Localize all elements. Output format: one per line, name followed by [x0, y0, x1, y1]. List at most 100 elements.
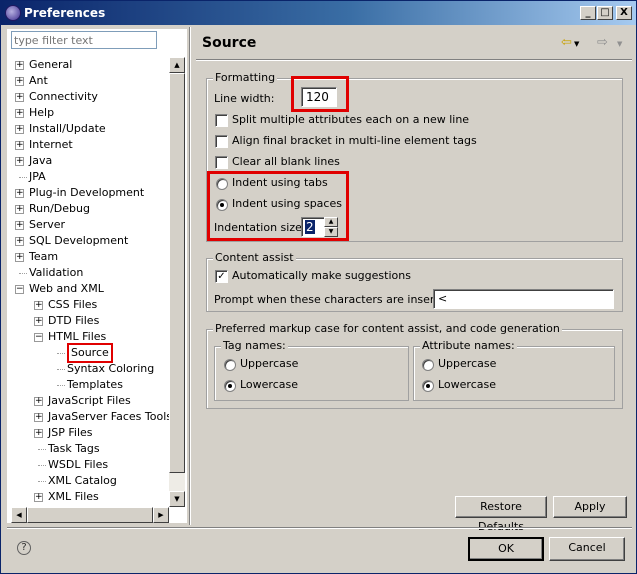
tag-lowercase-label: Lowercase	[240, 378, 298, 391]
tree-vertical-scrollbar[interactable]: ▲ ▼	[169, 57, 185, 507]
tag-lowercase-radio[interactable]	[224, 380, 236, 392]
hscroll-thumb[interactable]	[27, 507, 153, 523]
page-title: Source	[202, 35, 257, 51]
filter-input[interactable]	[11, 31, 157, 49]
back-arrow-icon[interactable]: ⇦	[561, 35, 572, 50]
tree-item-ant[interactable]: + Ant	[11, 73, 169, 89]
clear-blank-checkbox[interactable]	[215, 156, 228, 169]
formatting-label: Formatting	[213, 71, 278, 84]
tree-item-label: DTD Files	[48, 314, 100, 327]
pane-divider[interactable]	[189, 27, 191, 525]
expand-icon[interactable]: +	[15, 221, 24, 230]
expand-icon[interactable]: +	[34, 429, 43, 438]
tree-item-label: Validation	[29, 266, 84, 279]
tree-item-jsp-files[interactable]: + JSP Files	[11, 425, 169, 441]
scroll-down-icon[interactable]: ▼	[169, 491, 185, 507]
expand-icon[interactable]: +	[15, 205, 24, 214]
ok-button[interactable]: OK	[468, 537, 544, 561]
tree-item-xml-files[interactable]: + XML Files	[11, 489, 169, 505]
scroll-right-icon[interactable]: ▶	[153, 507, 169, 523]
tree-item-templates[interactable]: Templates	[11, 377, 169, 393]
tree-item-syntax-coloring[interactable]: Syntax Coloring	[11, 361, 169, 377]
tree-item-label: XML Catalog	[48, 474, 117, 487]
tree-item-label: Connectivity	[29, 90, 98, 103]
tree-item-label: Run/Debug	[29, 202, 90, 215]
expand-icon[interactable]: +	[15, 189, 24, 198]
align-bracket-checkbox[interactable]	[215, 135, 228, 148]
close-button[interactable]: X	[616, 6, 632, 20]
tag-uppercase-radio[interactable]	[224, 359, 236, 371]
tree-item-css-files[interactable]: + CSS Files	[11, 297, 169, 313]
tree-item-validation[interactable]: Validation	[11, 265, 169, 281]
tree-item-run-debug[interactable]: + Run/Debug	[11, 201, 169, 217]
expand-icon[interactable]: +	[15, 253, 24, 262]
maximize-button[interactable]: □	[597, 6, 613, 20]
expand-icon[interactable]: +	[34, 317, 43, 326]
tree-connector	[19, 273, 27, 274]
help-icon[interactable]: ?	[17, 541, 31, 555]
expand-icon[interactable]: +	[15, 109, 24, 118]
tree-item-source[interactable]: Source	[11, 343, 169, 363]
expand-icon[interactable]: +	[15, 125, 24, 134]
tree-horizontal-scrollbar[interactable]: ◀ ▶	[11, 507, 169, 523]
preference-tree: + General + Ant + Connectivity + Help + Install/U…	[11, 57, 169, 507]
split-attributes-checkbox[interactable]	[215, 114, 228, 127]
expand-icon[interactable]: +	[34, 493, 43, 502]
attr-uppercase-label: Uppercase	[438, 357, 497, 370]
expand-icon[interactable]: +	[15, 93, 24, 102]
tree-item-xml-catalog[interactable]: XML Catalog	[11, 473, 169, 489]
header-separator	[196, 59, 632, 61]
tree-item-label: SQL Development	[29, 234, 129, 247]
tree-connector	[38, 481, 46, 482]
tree-item-connectivity[interactable]: + Connectivity	[11, 89, 169, 105]
attr-lowercase-radio[interactable]	[422, 380, 434, 392]
tree-connector	[57, 385, 65, 386]
tree-item-javaserver-faces-tools[interactable]: + JavaServer Faces Tools	[11, 409, 169, 425]
apply-button[interactable]: Apply	[553, 496, 627, 518]
collapse-icon[interactable]: −	[34, 333, 43, 342]
cancel-button[interactable]: Cancel	[549, 537, 625, 561]
auto-suggest-checkbox[interactable]: ✓	[215, 270, 228, 283]
expand-icon[interactable]: +	[34, 301, 43, 310]
forward-menu-icon[interactable]: ▼	[617, 40, 622, 48]
forward-arrow-icon[interactable]: ⇨	[597, 35, 608, 50]
tree-item-team[interactable]: + Team	[11, 249, 169, 265]
tree-item-label: Task Tags	[48, 442, 100, 455]
scroll-left-icon[interactable]: ◀	[11, 507, 27, 523]
tree-item-plug-in-development[interactable]: + Plug-in Development	[11, 185, 169, 201]
prompt-chars-field[interactable]: <	[433, 289, 614, 309]
expand-icon[interactable]: +	[34, 397, 43, 406]
tree-item-javascript-files[interactable]: + JavaScript Files	[11, 393, 169, 409]
expand-icon[interactable]: +	[34, 413, 43, 422]
minimize-button[interactable]: _	[580, 6, 596, 20]
scroll-thumb[interactable]	[169, 73, 185, 473]
tree-connector	[57, 353, 65, 354]
tree-item-task-tags[interactable]: Task Tags	[11, 441, 169, 457]
tree-item-general[interactable]: + General	[11, 57, 169, 73]
tree-item-wsdl-files[interactable]: WSDL Files	[11, 457, 169, 473]
tree-item-internet[interactable]: + Internet	[11, 137, 169, 153]
back-menu-icon[interactable]: ▼	[574, 40, 579, 48]
expand-icon[interactable]: +	[15, 157, 24, 166]
tree-item-help[interactable]: + Help	[11, 105, 169, 121]
expand-icon[interactable]: +	[15, 237, 24, 246]
tree-connector	[38, 449, 46, 450]
expand-icon[interactable]: +	[15, 141, 24, 150]
tree-item-label: CSS Files	[48, 298, 98, 311]
tree-item-web-and-xml[interactable]: − Web and XML	[11, 281, 169, 297]
tree-item-server[interactable]: + Server	[11, 217, 169, 233]
auto-suggest-label: Automatically make suggestions	[232, 269, 411, 282]
attr-uppercase-radio[interactable]	[422, 359, 434, 371]
expand-icon[interactable]: +	[15, 61, 24, 70]
tree-item-java[interactable]: + Java	[11, 153, 169, 169]
expand-icon[interactable]: +	[15, 77, 24, 86]
tree-item-dtd-files[interactable]: + DTD Files	[11, 313, 169, 329]
scroll-up-icon[interactable]: ▲	[169, 57, 185, 73]
title-bar[interactable]: Preferences _ □ X	[1, 1, 636, 25]
tree-item-jpa[interactable]: JPA	[11, 169, 169, 185]
restore-defaults-button[interactable]: Restore Defaults	[455, 496, 547, 533]
collapse-icon[interactable]: −	[15, 285, 24, 294]
attribute-names-group: Attribute names:	[413, 339, 615, 401]
tree-item-sql-development[interactable]: + SQL Development	[11, 233, 169, 249]
tree-item-install-update[interactable]: + Install/Update	[11, 121, 169, 137]
